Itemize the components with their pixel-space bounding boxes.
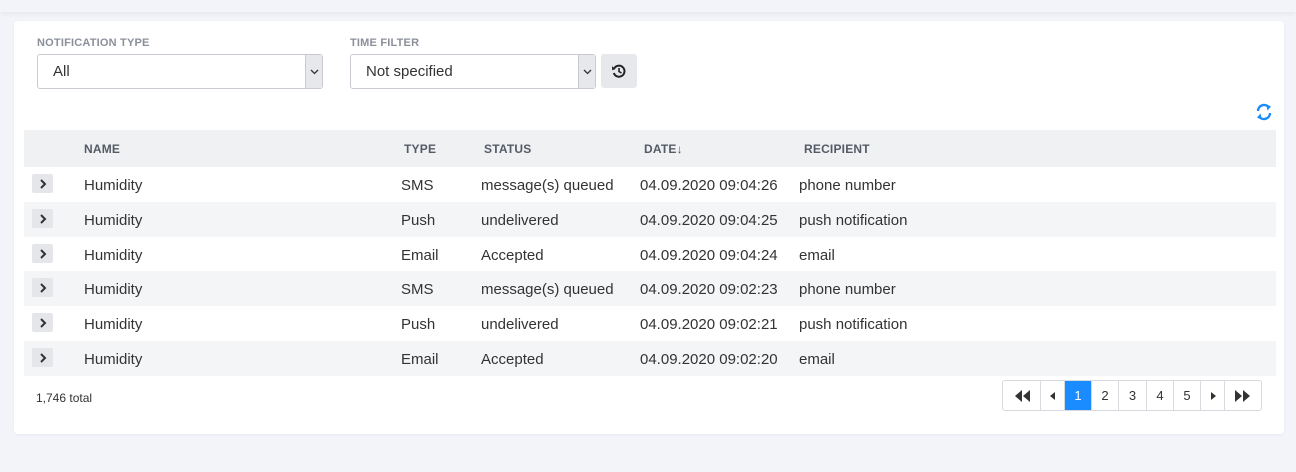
notification-type-value: All xyxy=(53,63,70,80)
cell-name: Humidity xyxy=(84,281,143,298)
next-page-button[interactable] xyxy=(1201,381,1225,410)
cell-type: SMS xyxy=(401,177,434,194)
cell-recipient: phone number xyxy=(799,281,896,298)
reset-filters-button[interactable] xyxy=(601,54,637,88)
chevron-right-icon xyxy=(39,213,46,224)
first-page-button[interactable] xyxy=(1003,381,1041,410)
column-header-status[interactable]: STATUS xyxy=(484,142,531,156)
column-header-recipient[interactable]: RECIPIENT xyxy=(804,142,870,156)
cell-name: Humidity xyxy=(84,247,143,264)
prev-page-button[interactable] xyxy=(1041,381,1065,410)
caret-left-icon xyxy=(1049,391,1055,400)
table-row[interactable]: Humidity SMS message(s) queued 04.09.202… xyxy=(24,167,1276,202)
caret-right-icon xyxy=(1210,391,1216,400)
chevron-right-icon xyxy=(39,282,46,293)
cell-type: SMS xyxy=(401,281,434,298)
cell-name: Humidity xyxy=(84,212,143,229)
cell-type: Push xyxy=(401,316,436,333)
chevron-right-icon xyxy=(39,317,46,328)
history-icon xyxy=(612,64,626,78)
expand-row-button[interactable] xyxy=(32,244,53,263)
cell-date: 04.09.2020 09:02:21 xyxy=(640,316,778,333)
time-filter-label: TIME FILTER xyxy=(350,37,420,49)
notification-type-select[interactable]: All xyxy=(37,54,323,89)
cell-status: Accepted xyxy=(481,247,544,264)
top-bar xyxy=(0,0,1296,12)
page-button[interactable]: 3 xyxy=(1119,381,1147,410)
table-row[interactable]: Humidity Push undelivered 04.09.2020 09:… xyxy=(24,202,1276,237)
notifications-panel: NOTIFICATION TYPE All TIME FILTER Not sp… xyxy=(14,21,1284,434)
cell-date: 04.09.2020 09:04:26 xyxy=(640,177,778,194)
cell-status: undelivered xyxy=(481,316,559,333)
chevron-right-icon xyxy=(39,352,46,363)
table-row[interactable]: Humidity Push undelivered 04.09.2020 09:… xyxy=(24,306,1276,341)
cell-type: Email xyxy=(401,247,439,264)
cell-type: Email xyxy=(401,351,439,368)
double-chevron-left-icon xyxy=(1014,389,1030,402)
chevron-right-icon xyxy=(39,248,46,259)
notification-type-label: NOTIFICATION TYPE xyxy=(37,37,150,49)
cell-recipient: push notification xyxy=(799,212,908,229)
column-header-type[interactable]: TYPE xyxy=(404,142,436,156)
cell-status: undelivered xyxy=(481,212,559,229)
chevron-right-icon xyxy=(39,178,46,189)
total-count: 1,746 total xyxy=(36,391,93,405)
last-page-button[interactable] xyxy=(1225,381,1261,410)
cell-type: Push xyxy=(401,212,436,229)
expand-row-button[interactable] xyxy=(32,348,53,367)
expand-row-button[interactable] xyxy=(32,278,53,297)
cell-status: message(s) queued xyxy=(481,177,614,194)
cell-recipient: email xyxy=(799,247,835,264)
table-row[interactable]: Humidity Email Accepted 04.09.2020 09:02… xyxy=(24,341,1276,376)
table-row[interactable]: Humidity Email Accepted 04.09.2020 09:04… xyxy=(24,237,1276,272)
page-button[interactable]: 1 xyxy=(1065,381,1092,410)
refresh-button[interactable] xyxy=(1254,102,1274,122)
expand-row-button[interactable] xyxy=(32,174,53,193)
chevron-down-icon xyxy=(305,55,322,88)
cell-date: 04.09.2020 09:04:25 xyxy=(640,212,778,229)
expand-row-button[interactable] xyxy=(32,209,53,228)
pagination: 1 2 3 4 5 xyxy=(1002,380,1262,411)
table-row[interactable]: Humidity SMS message(s) queued 04.09.202… xyxy=(24,271,1276,306)
cell-name: Humidity xyxy=(84,351,143,368)
table-header: NAME TYPE STATUS DATE↓ RECIPIENT xyxy=(24,130,1276,167)
page-button[interactable]: 4 xyxy=(1147,381,1174,410)
cell-date: 04.09.2020 09:02:23 xyxy=(640,281,778,298)
cell-recipient: email xyxy=(799,351,835,368)
time-filter-select[interactable]: Not specified xyxy=(350,54,596,89)
cell-name: Humidity xyxy=(84,177,143,194)
cell-name: Humidity xyxy=(84,316,143,333)
refresh-icon xyxy=(1256,103,1272,121)
cell-recipient: phone number xyxy=(799,177,896,194)
cell-date: 04.09.2020 09:04:24 xyxy=(640,247,778,264)
chevron-down-icon xyxy=(578,55,595,88)
expand-row-button[interactable] xyxy=(32,313,53,332)
cell-status: Accepted xyxy=(481,351,544,368)
cell-status: message(s) queued xyxy=(481,281,614,298)
page-button[interactable]: 2 xyxy=(1092,381,1119,410)
column-header-name[interactable]: NAME xyxy=(84,142,120,156)
page-button[interactable]: 5 xyxy=(1174,381,1201,410)
cell-recipient: push notification xyxy=(799,316,908,333)
column-header-date[interactable]: DATE↓ xyxy=(644,142,683,156)
double-chevron-right-icon xyxy=(1235,389,1250,402)
cell-date: 04.09.2020 09:02:20 xyxy=(640,351,778,368)
time-filter-value: Not specified xyxy=(366,63,453,80)
